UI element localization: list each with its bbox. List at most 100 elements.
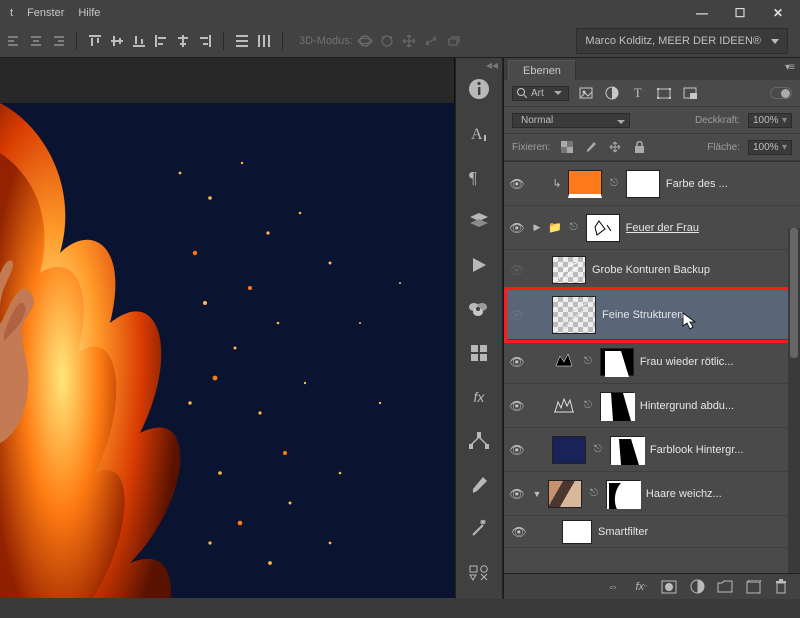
layer-row[interactable]: 👁 ↳ ⎋ Farbe des ... [504, 162, 800, 206]
tab-ebenen[interactable]: Ebenen [508, 60, 576, 80]
symbols-icon[interactable] [465, 560, 493, 586]
smartfilter-row[interactable]: 👁 Smartfilter [504, 516, 800, 548]
distribute-icon[interactable] [232, 31, 252, 51]
layer-mask-thumbnail[interactable] [600, 392, 634, 420]
layer-mask-thumbnail[interactable] [626, 170, 660, 198]
group-layers-icon[interactable] [716, 578, 734, 596]
visibility-toggle[interactable]: 👁 [508, 221, 526, 235]
menu-item-truncated[interactable]: t [6, 3, 23, 23]
visibility-toggle[interactable]: 👁 [508, 308, 526, 322]
opacity-input[interactable]: 100% ▾ [748, 113, 792, 128]
visibility-toggle[interactable]: 👁 [508, 487, 526, 501]
layer-name[interactable]: Smartfilter [598, 526, 648, 538]
align-icon[interactable] [48, 31, 68, 51]
filter-smart-icon[interactable] [681, 85, 699, 101]
visibility-toggle[interactable]: 👁 [510, 525, 528, 539]
layer-mask-thumbnail[interactable] [606, 480, 640, 508]
layer-thumbnail[interactable] [552, 256, 586, 284]
brush-icon[interactable] [465, 472, 493, 498]
align-left-icon[interactable] [151, 31, 171, 51]
visibility-toggle[interactable]: 👁 [508, 263, 526, 277]
layer-thumbnail[interactable] [552, 296, 596, 334]
mask-link-icon[interactable]: ⎋ [594, 444, 602, 455]
align-hmid-icon[interactable] [173, 31, 193, 51]
align-top-icon[interactable] [85, 31, 105, 51]
layer-row[interactable]: 👁 ▼ ⎋ Haare weichz... ◐ [504, 472, 800, 516]
grid-icon[interactable] [465, 340, 493, 366]
visibility-toggle[interactable]: 👁 [508, 177, 526, 191]
layer-thumbnail[interactable] [568, 170, 602, 198]
delete-layer-icon[interactable] [772, 578, 790, 596]
layer-row[interactable]: 👁 ⎋ Frau wieder rötlic... [504, 340, 800, 384]
lock-transparent-icon[interactable] [558, 139, 576, 155]
distribute-icon[interactable] [254, 31, 274, 51]
filter-pixel-icon[interactable] [577, 85, 595, 101]
layers-stack-icon[interactable] [465, 208, 493, 234]
swatches-icon[interactable] [465, 296, 493, 322]
layer-name[interactable]: Farbe des ... [666, 178, 728, 190]
visibility-toggle[interactable]: 👁 [508, 399, 526, 413]
layer-fx-icon[interactable]: fx▫ [632, 578, 650, 596]
layer-row[interactable]: 👁 ⎋ Farblook Hintergr... [504, 428, 800, 472]
panel-collapse-icon[interactable]: ◂◂ [448, 58, 498, 74]
layer-row[interactable]: 👁 ⎋ Hintergrund abdu... [504, 384, 800, 428]
wand-icon[interactable] [465, 516, 493, 542]
add-mask-icon[interactable] [660, 578, 678, 596]
lock-all-icon[interactable] [630, 139, 648, 155]
scale-icon[interactable] [465, 428, 493, 454]
filter-mask-thumbnail[interactable] [562, 520, 592, 544]
layer-name[interactable]: Hintergrund abdu... [640, 400, 734, 412]
mask-link-icon[interactable]: ⎋ [584, 356, 592, 367]
layer-thumbnail[interactable] [552, 436, 586, 464]
fill-input[interactable]: 100% ▾ [748, 140, 792, 155]
layer-mask-thumbnail[interactable] [610, 436, 644, 464]
filter-toggle[interactable] [770, 87, 792, 99]
menu-item-fenster[interactable]: Fenster [23, 3, 74, 23]
filter-type-icon[interactable]: T [629, 85, 647, 101]
layer-name[interactable]: Feuer der Frau [626, 222, 699, 234]
layer-name[interactable]: Frau wieder rötlic... [640, 356, 734, 368]
panel-scrollbar[interactable] [788, 228, 800, 618]
mask-link-icon[interactable]: ⎋ [590, 488, 598, 499]
menu-item-hilfe[interactable]: Hilfe [74, 3, 110, 23]
layer-name[interactable]: Grobe Konturen Backup [592, 264, 710, 276]
minimize-button[interactable]: — [690, 5, 714, 21]
filter-kind-select[interactable]: Art [512, 86, 569, 101]
play-icon[interactable] [465, 252, 493, 278]
align-bottom-icon[interactable] [129, 31, 149, 51]
layer-row-selected[interactable]: 👁 Feine Strukturen [504, 290, 800, 340]
link-layers-icon[interactable]: ⇔ [604, 578, 622, 596]
mask-link-icon[interactable]: ⎋ [570, 222, 578, 233]
close-button[interactable]: ✕ [766, 5, 790, 21]
layer-thumbnail[interactable] [548, 480, 582, 508]
layer-mask-thumbnail[interactable] [586, 214, 620, 242]
info-icon[interactable] [465, 76, 493, 102]
lock-brush-icon[interactable] [582, 139, 600, 155]
layer-name[interactable]: Haare weichz... [646, 488, 722, 500]
layer-mask-thumbnail[interactable] [600, 348, 634, 376]
group-expand-icon[interactable]: ▶ [532, 222, 542, 233]
align-icon[interactable] [26, 31, 46, 51]
panel-menu-icon[interactable]: ▾≡ [785, 62, 794, 73]
paragraph-panel-icon[interactable]: ¶ [465, 164, 493, 190]
layer-row[interactable]: 👁 Grobe Konturen Backup [504, 250, 800, 290]
visibility-toggle[interactable]: 👁 [508, 443, 526, 457]
new-layer-icon[interactable] [744, 578, 762, 596]
layer-name[interactable]: Feine Strukturen [602, 309, 683, 321]
align-icon[interactable] [4, 31, 24, 51]
credit-dropdown[interactable]: Marco Kolditz, MEER DER IDEEN® [576, 28, 788, 54]
visibility-toggle[interactable]: 👁 [508, 355, 526, 369]
align-right-icon[interactable] [195, 31, 215, 51]
blend-mode-select[interactable]: Normal [512, 113, 630, 128]
filter-shape-icon[interactable] [655, 85, 673, 101]
filter-adjust-icon[interactable] [603, 85, 621, 101]
lock-move-icon[interactable] [606, 139, 624, 155]
character-panel-icon[interactable]: A [465, 120, 493, 146]
smartobj-expand-icon[interactable]: ▼ [532, 489, 542, 499]
mask-link-icon[interactable]: ⎋ [610, 178, 618, 189]
adjustment-layer-icon[interactable] [688, 578, 706, 596]
layer-name[interactable]: Farblook Hintergr... [650, 444, 744, 456]
mask-link-icon[interactable]: ⎋ [584, 400, 592, 411]
maximize-button[interactable]: ☐ [728, 5, 752, 21]
document-canvas[interactable] [0, 58, 455, 598]
